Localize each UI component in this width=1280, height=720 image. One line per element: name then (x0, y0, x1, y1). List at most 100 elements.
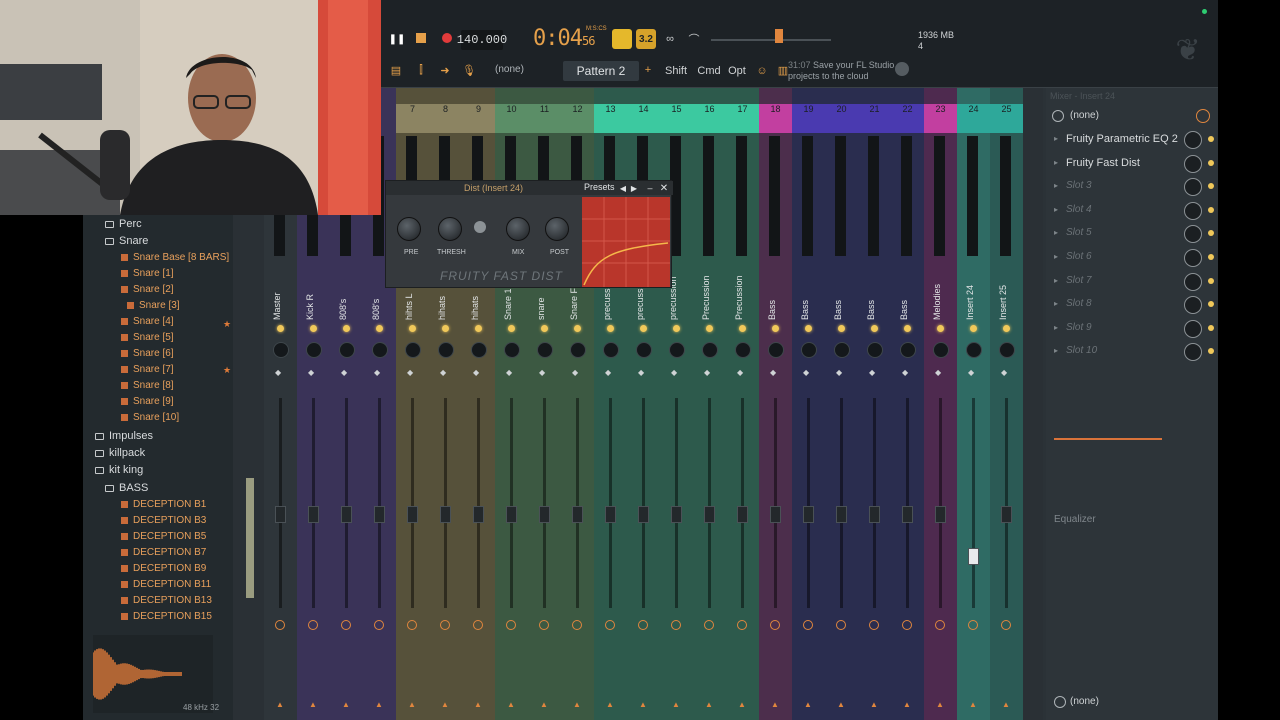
stereo-separation-icon[interactable]: ◆ (638, 368, 644, 377)
volume-fader-track[interactable] (279, 398, 282, 608)
browser-file[interactable]: DECEPTION B11 (121, 578, 211, 592)
volume-fader-track[interactable] (510, 398, 513, 608)
pan-knob[interactable] (537, 342, 553, 358)
slot-mix-knob[interactable] (1184, 249, 1202, 267)
master-pitch-handle[interactable] (775, 29, 783, 43)
slot-menu-arrow-icon[interactable]: ▸ (1054, 323, 1058, 332)
stereo-separation-icon[interactable]: ◆ (968, 368, 974, 377)
mixer-track[interactable]: 20 Bass ◆ ▲ (825, 88, 858, 720)
track-enable-led[interactable] (607, 325, 614, 332)
volume-fader-handle[interactable] (737, 506, 748, 523)
microphone-icon[interactable]: 🎙 (461, 62, 477, 78)
close-icon[interactable]: ✕ (659, 182, 669, 194)
browser-file[interactable]: DECEPTION B1 (121, 498, 206, 512)
route-to-master-icon[interactable] (605, 620, 615, 630)
slot-menu-arrow-icon[interactable]: ▸ (1054, 276, 1058, 285)
stereo-separation-icon[interactable]: ◆ (770, 368, 776, 377)
volume-fader-track[interactable] (642, 398, 645, 608)
track-enable-led[interactable] (343, 325, 350, 332)
pan-knob[interactable] (702, 342, 718, 358)
send-arrow-icon[interactable]: ▲ (903, 700, 911, 709)
mixer-track[interactable]: 16 Precussion ◆ ▲ (693, 88, 726, 720)
route-to-master-icon[interactable] (737, 620, 747, 630)
pause-button[interactable]: ❚❚ (389, 32, 406, 46)
stereo-separation-icon[interactable]: ◆ (671, 368, 677, 377)
route-to-master-icon[interactable] (704, 620, 714, 630)
slot-menu-arrow-icon[interactable]: ▸ (1054, 228, 1058, 237)
volume-fader-track[interactable] (378, 398, 381, 608)
stereo-separation-icon[interactable]: ◆ (374, 368, 380, 377)
pan-knob[interactable] (306, 342, 322, 358)
track-enable-led[interactable] (508, 325, 515, 332)
track-enable-led[interactable] (904, 325, 911, 332)
volume-fader-handle[interactable] (902, 506, 913, 523)
opt-button[interactable]: Opt (725, 62, 749, 80)
minimize-icon[interactable]: – (645, 182, 655, 194)
send-arrow-icon[interactable]: ▲ (276, 700, 284, 709)
tempo-display[interactable]: 140.000 (457, 30, 507, 50)
volume-fader-handle[interactable] (506, 506, 517, 523)
slot-mix-knob[interactable] (1184, 178, 1202, 197)
volume-fader-track[interactable] (939, 398, 942, 608)
pan-knob[interactable] (636, 342, 652, 358)
pan-knob[interactable] (966, 342, 982, 358)
track-enable-led[interactable] (475, 325, 482, 332)
pan-knob[interactable] (438, 342, 454, 358)
volume-fader-handle[interactable] (374, 506, 385, 523)
record-button[interactable] (442, 33, 452, 43)
stereo-separation-icon[interactable]: ◆ (275, 368, 281, 377)
track-enable-led[interactable] (937, 325, 944, 332)
send-arrow-icon[interactable]: ▲ (309, 700, 317, 709)
pan-knob[interactable] (933, 342, 949, 358)
effect-slot[interactable]: ▸ Slot 7 (1054, 272, 1214, 292)
send-arrow-icon[interactable]: ▲ (639, 700, 647, 709)
route-to-master-icon[interactable] (935, 620, 945, 630)
volume-fader-handle[interactable] (605, 506, 616, 523)
volume-fader-track[interactable] (873, 398, 876, 608)
volume-fader-track[interactable] (708, 398, 711, 608)
pre-knob[interactable] (397, 217, 421, 241)
track-enable-led[interactable] (640, 325, 647, 332)
browser-folder[interactable]: Snare (105, 234, 148, 248)
volume-fader-track[interactable] (609, 398, 612, 608)
send-arrow-icon[interactable]: ▲ (342, 700, 350, 709)
track-enable-led[interactable] (442, 325, 449, 332)
send-arrow-icon[interactable]: ▲ (705, 700, 713, 709)
browser-folder[interactable]: Impulses (95, 429, 153, 443)
stereo-separation-icon[interactable]: ◆ (341, 368, 347, 377)
browser-file[interactable]: Snare [10] (121, 411, 179, 425)
slot-enable-led[interactable] (1208, 324, 1214, 331)
volume-fader-track[interactable] (675, 398, 678, 608)
news-panel[interactable]: 31:07 Save your FL Studio projects to th… (788, 60, 908, 82)
pan-knob[interactable] (900, 342, 916, 358)
slot-mix-knob[interactable] (1184, 154, 1202, 173)
slot-mix-knob[interactable] (1184, 201, 1202, 220)
send-arrow-icon[interactable]: ▲ (738, 700, 746, 709)
volume-fader-track[interactable] (543, 398, 546, 608)
pan-knob[interactable] (504, 342, 520, 358)
stereo-separation-icon[interactable]: ◆ (605, 368, 611, 377)
pan-knob[interactable] (372, 342, 388, 358)
volume-fader-track[interactable] (477, 398, 480, 608)
route-to-master-icon[interactable] (968, 620, 978, 630)
track-enable-led[interactable] (772, 325, 779, 332)
slot-enable-led[interactable] (1208, 206, 1214, 213)
track-enable-led[interactable] (805, 325, 812, 332)
slot-enable-led[interactable] (1208, 159, 1214, 166)
route-to-master-icon[interactable] (869, 620, 879, 630)
browser-file[interactable]: Snare [5] (121, 331, 174, 345)
slot-menu-arrow-icon[interactable]: ▸ (1054, 252, 1058, 261)
mixer-track[interactable]: 22 Bass ◆ ▲ (891, 88, 924, 720)
volume-fader-handle[interactable] (440, 506, 451, 523)
mixer-track[interactable]: 24 Insert 24 ◆ ▲ (957, 88, 990, 720)
browser-file[interactable]: DECEPTION B7 (121, 546, 206, 560)
send-arrow-icon[interactable]: ▲ (771, 700, 779, 709)
slot-enable-led[interactable] (1208, 254, 1214, 260)
volume-fader-handle[interactable] (572, 506, 583, 523)
slot-enable-led[interactable] (1208, 301, 1214, 308)
send-arrow-icon[interactable]: ▲ (474, 700, 482, 709)
track-enable-led[interactable] (838, 325, 845, 332)
slot-mix-knob[interactable] (1184, 131, 1202, 149)
step-edit-button[interactable]: 3.2 (636, 29, 656, 49)
browser-file[interactable]: Snare [8] (121, 379, 174, 393)
